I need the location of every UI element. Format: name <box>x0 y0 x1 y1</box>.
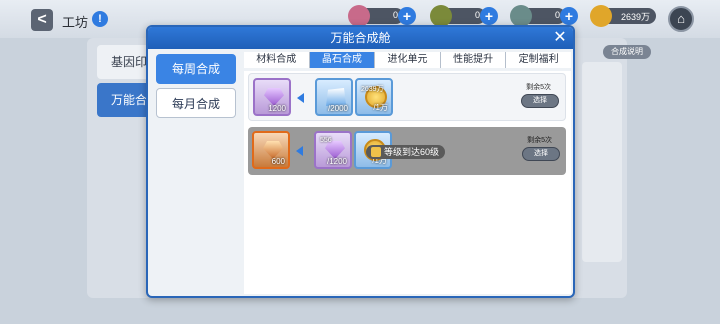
bag-icon <box>430 5 452 27</box>
page-title: 工坊 <box>62 15 89 30</box>
help-icon[interactable]: ! <box>92 11 108 27</box>
tab-material[interactable]: 材料合成 <box>244 52 310 68</box>
resource-gear: 0 + <box>510 5 578 27</box>
modal-title: 万能合成舱 <box>330 31 391 45</box>
resource-bag: 0 + <box>430 5 498 27</box>
tab-custom-welfare[interactable]: 定制福利 <box>506 52 571 68</box>
input-item[interactable]: 556 /1200 <box>314 131 352 169</box>
background-inner-panel <box>582 62 622 262</box>
side-tab-monthly[interactable]: 每月合成 <box>156 88 236 118</box>
modal-header: 万能合成舱 ✕ <box>148 27 573 49</box>
input-item[interactable]: 2639万 /1万 <box>355 78 393 116</box>
synthesis-modal: 万能合成舱 ✕ 每周合成 每月合成 材料合成 晶石合成 进化单元 性能提升 定制… <box>146 25 575 298</box>
gear-token-icon <box>510 5 532 27</box>
side-tab-weekly[interactable]: 每周合成 <box>156 54 236 84</box>
output-item[interactable]: 1200 <box>253 78 291 116</box>
lock-icon <box>371 147 381 157</box>
recipe-row-locked: 600 556 /1200 /1万 等级到达60级 剩余5次 选择 <box>248 127 566 175</box>
gold-coin-icon <box>590 5 612 27</box>
add-feather-button[interactable]: + <box>398 7 416 25</box>
remaining-count: 剩余5次 <box>526 84 551 91</box>
back-button[interactable]: < <box>31 9 53 31</box>
tab-performance[interactable]: 性能提升 <box>440 52 507 68</box>
select-button[interactable]: 选择 <box>522 147 560 161</box>
input-item[interactable]: /2000 <box>315 78 353 116</box>
close-button[interactable]: ✕ <box>551 29 569 47</box>
feather-icon <box>348 5 370 27</box>
add-bag-button[interactable]: + <box>480 7 498 25</box>
recipe-list: 1200 /2000 2639万 /1万 剩余5次 选择 600 556 /12… <box>244 71 571 294</box>
home-button[interactable]: ⌂ <box>668 6 694 32</box>
arrow-left-icon <box>296 146 303 156</box>
tab-evolution[interactable]: 进化单元 <box>375 52 441 68</box>
select-button[interactable]: 选择 <box>521 94 559 108</box>
resource-feather: 0 + <box>348 5 416 27</box>
resource-value: 2639万 <box>620 12 650 22</box>
level-lock-banner: 等级到达60级 <box>366 145 446 159</box>
recipe-row: 1200 /2000 2639万 /1万 剩余5次 选择 <box>248 73 566 121</box>
arrow-left-icon <box>297 93 304 103</box>
tab-crystal[interactable]: 晶石合成 <box>309 52 376 68</box>
output-item[interactable]: 600 <box>252 131 290 169</box>
add-gear-button[interactable]: + <box>560 7 578 25</box>
synthesis-info-button[interactable]: 合成说明 <box>603 45 651 59</box>
category-tabs: 材料合成 晶石合成 进化单元 性能提升 定制福利 <box>244 52 571 68</box>
remaining-count: 剩余5次 <box>527 137 552 144</box>
resource-gold: 2639万 <box>590 5 656 27</box>
